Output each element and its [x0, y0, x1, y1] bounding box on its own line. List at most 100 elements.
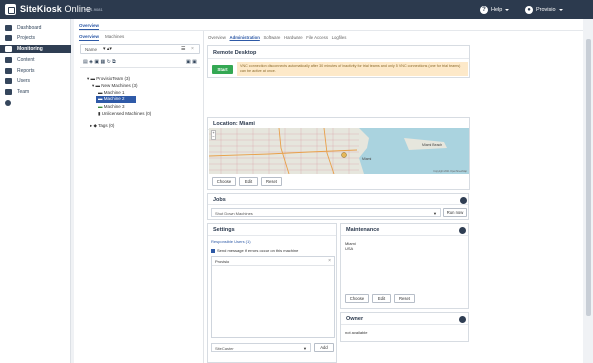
info-icon: [5, 100, 11, 106]
folder-icon: ▾ ▬: [92, 83, 101, 88]
users-icon: [5, 78, 12, 84]
caret-down-icon: [505, 9, 510, 11]
filter-icon[interactable]: ☰: [181, 46, 185, 52]
add-user-select[interactable]: SiteCaster ▼: [211, 343, 311, 352]
clear-icon[interactable]: ×: [191, 46, 194, 52]
location-reset-button[interactable]: Reset: [261, 177, 282, 186]
machine-tree: ▾ ▬ ProvisioTeam (3) ▾ ▬ New Machines (3…: [80, 71, 202, 151]
remote-desktop-card: Remote Desktop Start VNC connection disc…: [207, 45, 470, 78]
projects-icon: [5, 35, 12, 41]
map-graphic: [209, 128, 469, 174]
monitor-icon: ▬: [98, 96, 103, 101]
subtab-overview[interactable]: Overview: [208, 35, 226, 40]
location-map[interactable]: + − Miami Beach Miami Copyright 2021 Open…: [209, 128, 469, 174]
map-zoom-controls[interactable]: + −: [211, 130, 216, 140]
tree-node-team[interactable]: ▾ ▬ ProvisioTeam (3): [87, 76, 130, 82]
content-icon: [5, 57, 12, 63]
maintenance-reset-button[interactable]: Reset: [394, 294, 415, 303]
sidebar-item-team[interactable]: Team: [0, 88, 71, 96]
unlicensed-icon: ▮: [98, 111, 101, 116]
owner-edit-icon[interactable]: [459, 316, 466, 323]
sidebar-item-reports[interactable]: Reports: [0, 67, 71, 75]
tree-node-tags[interactable]: ▸ ◆ Tags (0): [90, 123, 114, 129]
sort-arrows-icon[interactable]: ▾ ▴▾: [103, 46, 112, 52]
job-select[interactable]: Shut Down Machines ▼: [211, 208, 441, 217]
maintenance-address: Miami USA: [345, 241, 356, 251]
remove-user-icon[interactable]: ×: [328, 258, 331, 264]
settings-title: Settings: [208, 224, 336, 236]
checkbox-checked-icon[interactable]: [211, 248, 215, 253]
chevron-down-icon: ▼: [303, 346, 307, 351]
left-tabs: Overview Machines: [79, 34, 124, 41]
monitoring-icon: [5, 46, 12, 52]
sidebar-item-dashboard[interactable]: Dashboard: [0, 24, 71, 32]
tree-toolbar-icons[interactable]: ▤ ◈ ▣ ▦ ↻ ⧉: [83, 59, 116, 65]
help-menu-button[interactable]: ? Help: [480, 5, 510, 15]
subtab-file-access[interactable]: File Access: [306, 35, 328, 40]
jobs-title: Jobs: [208, 194, 468, 205]
expand-collapse-icons[interactable]: ▣ ▣: [186, 59, 197, 65]
maintenance-choose-button[interactable]: Choose: [345, 294, 369, 303]
sidebar-item-info[interactable]: [0, 99, 71, 107]
sidebar-item-content[interactable]: Content: [0, 56, 71, 64]
user-icon: ●: [525, 6, 533, 14]
location-card: Location: Miami + − Miami Beach Miami Co…: [207, 117, 470, 190]
reports-icon: [5, 68, 12, 74]
tree-node-unlicensed[interactable]: ▮ Unlicensed Machines (0): [98, 111, 151, 117]
tab-overview-left[interactable]: Overview: [79, 34, 100, 41]
subtab-administration[interactable]: Administration: [230, 35, 260, 40]
run-now-button[interactable]: Run now: [443, 208, 467, 217]
sidebar-item-projects[interactable]: Projects: [0, 34, 71, 42]
subtab-logfiles[interactable]: Logfiles: [332, 35, 347, 40]
add-user-button[interactable]: Add: [314, 343, 334, 352]
monitor-icon: ▬: [98, 104, 103, 109]
tree-node-new-machines[interactable]: ▾ ▬ New Machines (3): [92, 83, 138, 89]
app-title: SiteKiosk Online: [20, 4, 92, 14]
subtab-software[interactable]: Software: [263, 35, 280, 40]
header-tabs: Overview: [79, 23, 100, 30]
sidebar: Dashboard Projects Monitoring Content Re…: [0, 19, 71, 363]
user-menu-button[interactable]: ● Provisio: [525, 5, 563, 15]
team-icon: [5, 89, 12, 95]
owner-text: not available: [345, 330, 368, 335]
sort-select[interactable]: Name: [85, 47, 97, 52]
map-label-miami-beach: Miami Beach: [422, 143, 443, 147]
folder-icon: ▾ ▬: [87, 76, 96, 81]
responsible-users-list: Provisio ×: [211, 256, 335, 338]
tree-node-machine-3[interactable]: ▬ Machine 3: [98, 104, 125, 109]
app-version: v 1.1.9081: [84, 7, 103, 12]
page-scrollbar[interactable]: [584, 19, 593, 363]
maintenance-title: Maintenance: [341, 224, 468, 236]
maintenance-edit-button[interactable]: Edit: [372, 294, 391, 303]
map-copyright: Copyright 2021 OpenStreetMap: [433, 170, 467, 173]
chevron-down-icon: ▼: [433, 211, 437, 216]
responsible-users-link[interactable]: Responsible Users (1): [211, 239, 251, 244]
start-remote-button[interactable]: Start: [212, 65, 233, 74]
panel-divider: [203, 31, 204, 363]
sidebar-item-users[interactable]: Users: [0, 77, 71, 85]
tab-overview[interactable]: Overview: [79, 23, 100, 30]
top-bar: SiteKiosk Online v 1.1.9081 ? Help ● Pro…: [0, 0, 593, 19]
header-divider: [79, 30, 583, 31]
maintenance-edit-icon[interactable]: [459, 227, 466, 234]
jobs-card: Jobs Shut Down Machines ▼ Run now: [207, 193, 469, 220]
user-list-item: Provisio ×: [212, 257, 334, 266]
location-choose-button[interactable]: Choose: [212, 177, 236, 186]
caret-down-icon: [558, 9, 563, 11]
sitekiosk-logo-icon: [5, 4, 16, 15]
tree-node-machine-1[interactable]: ▬ Machine 1: [98, 90, 125, 95]
tree-toolbar: ▤ ◈ ▣ ▦ ↻ ⧉ ▣ ▣: [80, 58, 200, 68]
scrollbar-thumb[interactable]: [586, 39, 591, 316]
jobs-edit-icon[interactable]: [460, 197, 467, 204]
subtab-hardware[interactable]: Hardware: [284, 35, 303, 40]
location-edit-button[interactable]: Edit: [239, 177, 258, 186]
tag-icon: ▸ ◆: [90, 123, 97, 128]
help-icon: ?: [480, 6, 488, 14]
maintenance-card: Maintenance Miami USA Choose Edit Reset: [340, 223, 469, 309]
tree-node-machine-2[interactable]: ▬ Machine 2: [96, 96, 136, 103]
machine-subtabs: Overview Administration Software Hardwar…: [208, 35, 346, 40]
tab-machines[interactable]: Machines: [105, 34, 124, 41]
sidebar-item-monitoring[interactable]: Monitoring: [0, 45, 71, 53]
send-message-option[interactable]: Send message if errors occur on this mac…: [211, 248, 298, 253]
owner-card: Owner not available: [340, 312, 469, 342]
